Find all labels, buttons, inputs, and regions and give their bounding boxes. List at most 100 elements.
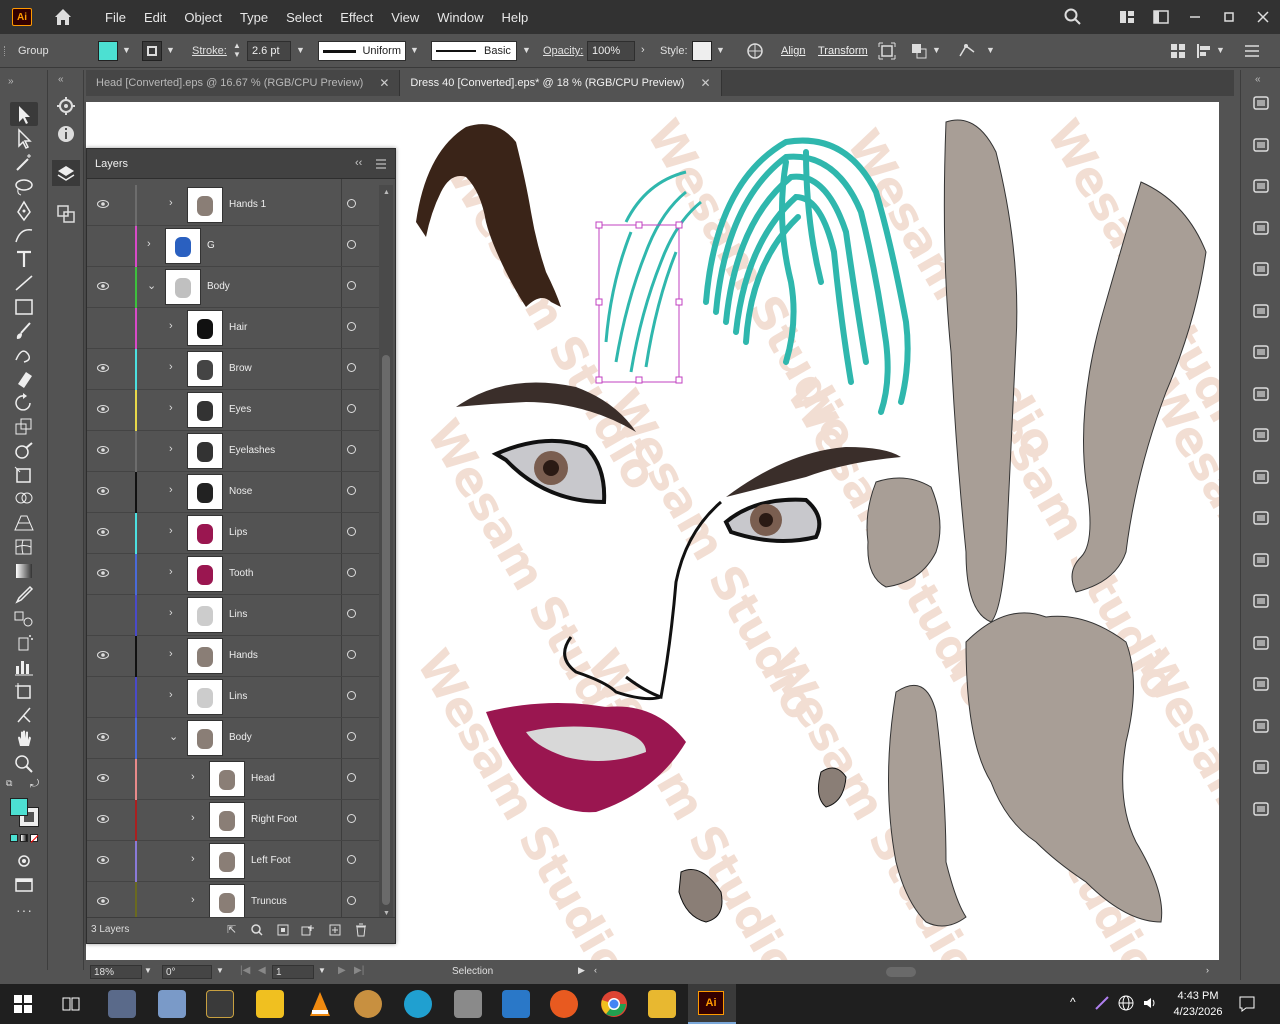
opacity-input[interactable]: 100% bbox=[587, 41, 635, 61]
stroke-label[interactable]: Stroke: bbox=[192, 45, 227, 57]
swap-colors-icon[interactable]: ⤾ bbox=[30, 778, 39, 791]
taskbar-app-blender-icon[interactable] bbox=[404, 990, 432, 1018]
locate-object-icon[interactable] bbox=[251, 924, 263, 936]
line-tool-icon[interactable] bbox=[12, 272, 36, 294]
expand-chevron-icon[interactable]: › bbox=[169, 443, 173, 455]
scale-tool-icon[interactable] bbox=[12, 416, 36, 438]
layer-row[interactable]: › Left Foot bbox=[87, 841, 379, 882]
rectangle-tool-icon[interactable] bbox=[12, 296, 36, 318]
color-mode-icon[interactable] bbox=[10, 834, 18, 842]
zoom-dropdown[interactable]: ▼ bbox=[144, 966, 152, 975]
collapse-chevron-icon[interactable]: ⌄ bbox=[147, 279, 156, 292]
style-swatch[interactable] bbox=[692, 41, 712, 61]
layer-target-circle[interactable] bbox=[347, 322, 356, 331]
windows-start-icon[interactable] bbox=[14, 995, 32, 1013]
visibility-eye-icon[interactable] bbox=[97, 568, 109, 578]
expand-chevron-icon[interactable]: › bbox=[169, 648, 173, 660]
properties-icon[interactable] bbox=[56, 96, 76, 116]
mesh-tool-icon[interactable] bbox=[12, 536, 36, 558]
layer-target-circle[interactable] bbox=[347, 445, 356, 454]
transform-icon[interactable] bbox=[1252, 302, 1270, 320]
visibility-eye-icon[interactable] bbox=[97, 199, 109, 209]
new-layer-icon[interactable] bbox=[329, 924, 341, 936]
transform-button[interactable]: Transform bbox=[818, 45, 868, 57]
menu-type[interactable]: Type bbox=[231, 10, 277, 25]
actions-icon[interactable] bbox=[1252, 468, 1270, 486]
tray-overflow-icon[interactable]: ^ bbox=[1070, 995, 1076, 1009]
horizontal-scrollbar-thumb[interactable] bbox=[886, 967, 916, 977]
tab-head-document[interactable]: Head [Converted].eps @ 16.67 % (RGB/CPU … bbox=[86, 70, 401, 96]
visibility-eye-icon[interactable] bbox=[97, 732, 109, 742]
layer-name[interactable]: Hair bbox=[229, 322, 247, 333]
align-button[interactable]: Align bbox=[781, 45, 805, 57]
search-icon[interactable] bbox=[1056, 0, 1090, 34]
layer-row[interactable]: › Brow bbox=[87, 349, 379, 390]
layer-name[interactable]: Body bbox=[207, 281, 230, 292]
layer-row[interactable]: › Nose bbox=[87, 472, 379, 513]
layer-row[interactable]: › Hands bbox=[87, 636, 379, 677]
collapse-panels-icon[interactable]: « bbox=[58, 74, 64, 85]
visibility-eye-icon[interactable] bbox=[97, 650, 109, 660]
expand-chevron-icon[interactable]: › bbox=[191, 771, 195, 783]
taskbar-app-vlc-icon[interactable] bbox=[308, 990, 332, 1018]
taskbar-app-gimp-icon[interactable] bbox=[354, 990, 382, 1018]
layer-row[interactable]: › Hands 1 bbox=[87, 185, 379, 226]
layer-name[interactable]: Lins bbox=[229, 691, 247, 702]
status-menu-arrow[interactable]: ▶ bbox=[578, 965, 585, 976]
zoom-level-field[interactable]: 18% bbox=[90, 965, 142, 979]
expand-chevron-icon[interactable]: › bbox=[169, 689, 173, 701]
layer-name[interactable]: Tooth bbox=[229, 568, 253, 579]
expand-chevron-icon[interactable]: › bbox=[169, 566, 173, 578]
fill-swatch[interactable] bbox=[98, 41, 118, 61]
menu-object[interactable]: Object bbox=[175, 10, 231, 25]
rotate-tool-icon[interactable] bbox=[12, 392, 36, 414]
align-icon[interactable] bbox=[1252, 385, 1270, 403]
task-view-icon[interactable] bbox=[62, 995, 80, 1013]
layer-row[interactable]: › Hair bbox=[87, 308, 379, 349]
brush-definition[interactable]: Basic bbox=[431, 41, 517, 61]
close-icon[interactable] bbox=[1246, 0, 1280, 34]
stroke-icon[interactable] bbox=[1252, 551, 1270, 569]
magic-wand-icon[interactable] bbox=[12, 152, 36, 174]
taskbar-app-studio-icon[interactable] bbox=[206, 990, 234, 1018]
expand-chevron-icon[interactable]: › bbox=[169, 320, 173, 332]
taskbar-app-explorer-icon[interactable] bbox=[648, 990, 676, 1018]
warp-tool-icon[interactable] bbox=[12, 440, 36, 462]
notifications-icon[interactable] bbox=[1238, 995, 1256, 1013]
hand-tool-icon[interactable] bbox=[12, 728, 36, 750]
scroll-right-arrow[interactable]: › bbox=[1206, 965, 1209, 975]
blend-tool-icon[interactable] bbox=[12, 608, 36, 630]
appearance-icon[interactable] bbox=[1252, 260, 1270, 278]
taskbar-app-chrome-icon[interactable] bbox=[600, 990, 628, 1018]
right-eye[interactable] bbox=[723, 497, 822, 543]
layer-name[interactable]: Body bbox=[229, 732, 252, 743]
close-tab-icon[interactable]: ✕ bbox=[700, 76, 710, 90]
visibility-toggle-empty[interactable] bbox=[97, 322, 109, 332]
layer-target-circle[interactable] bbox=[347, 609, 356, 618]
minimize-icon[interactable] bbox=[1178, 0, 1212, 34]
home-icon[interactable] bbox=[52, 6, 74, 28]
layer-name[interactable]: Lips bbox=[229, 527, 247, 538]
taskbar-app-inkscape-icon[interactable] bbox=[454, 990, 482, 1018]
visibility-eye-icon[interactable] bbox=[97, 527, 109, 537]
layer-name[interactable]: Eyes bbox=[229, 404, 251, 415]
properties-icon[interactable] bbox=[1252, 136, 1270, 154]
more-dropdown[interactable]: ▼ bbox=[986, 45, 995, 55]
menu-select[interactable]: Select bbox=[277, 10, 331, 25]
collapse-panel-icon[interactable]: ‹‹ bbox=[355, 157, 362, 169]
expand-chevron-icon[interactable]: › bbox=[147, 238, 151, 250]
direct-selection-tool-icon[interactable] bbox=[12, 128, 36, 150]
brown-hair-shape[interactable] bbox=[416, 124, 561, 307]
layer-target-circle[interactable] bbox=[347, 527, 356, 536]
visibility-eye-icon[interactable] bbox=[97, 281, 109, 291]
taskbar-app-firefox-icon[interactable] bbox=[550, 990, 578, 1018]
panel-menu-icon[interactable] bbox=[1244, 43, 1260, 59]
tab-dress-document[interactable]: Dress 40 [Converted].eps* @ 18 % (RGB/CP… bbox=[400, 70, 722, 96]
layers-scrollbar[interactable]: ▲ ▼ bbox=[379, 185, 393, 919]
layer-target-circle[interactable] bbox=[347, 568, 356, 577]
taskbar-active-illustrator[interactable]: Ai bbox=[688, 984, 736, 1024]
visibility-eye-icon[interactable] bbox=[97, 445, 109, 455]
symbols-icon[interactable] bbox=[1252, 94, 1270, 112]
layer-target-circle[interactable] bbox=[347, 773, 356, 782]
expand-chevron-icon[interactable]: › bbox=[191, 894, 195, 906]
